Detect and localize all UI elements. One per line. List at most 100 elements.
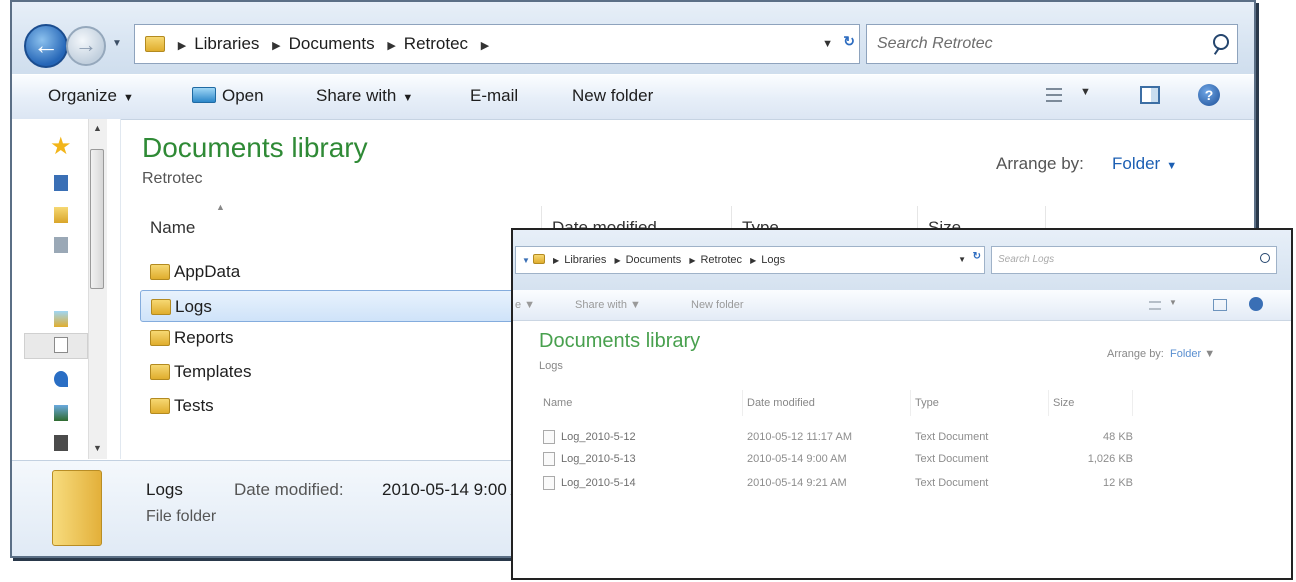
breadcrumb-bar[interactable]: ▼ ▶ Libraries ▶ Documents ▶ Retrotec ▶ Logs … [515, 246, 985, 274]
list-item[interactable]: Log_2010-5-13 2010-05-14 9:00 AM Text Do… [539, 448, 1279, 470]
list-item[interactable]: Log_2010-5-12 2010-05-12 11:17 AM Text D… [539, 426, 1279, 448]
folder-icon [532, 254, 545, 264]
search-input[interactable]: Search Retrotec [877, 25, 993, 63]
breadcrumb-logs[interactable]: Logs [761, 254, 785, 266]
new-folder-button[interactable]: New folder [691, 290, 744, 320]
breadcrumb-bar[interactable]: ▶ Libraries ▶ Documents ▶ Retrotec ▶ ▼ ↻ [134, 24, 860, 64]
downloads-folder-icon[interactable] [54, 207, 68, 223]
address-dropdown-button[interactable]: ▼ [822, 25, 833, 63]
breadcrumb-documents[interactable]: Documents [289, 34, 375, 53]
breadcrumb-separator[interactable]: ▶ [614, 256, 620, 265]
preview-pane-icon[interactable] [1140, 86, 1160, 104]
file-type: Text Document [915, 431, 989, 443]
folder-icon [145, 36, 165, 52]
breadcrumb-separator[interactable]: ▶ [272, 40, 280, 52]
network-icon[interactable] [54, 237, 68, 253]
search-box[interactable]: Search Logs [991, 246, 1277, 274]
new-folder-button[interactable]: New folder [572, 74, 653, 118]
folder-name: Templates [174, 362, 252, 381]
folder-large-icon [52, 470, 102, 546]
details-name: Logs [146, 480, 183, 499]
folder-icon [151, 299, 171, 315]
libraries-icon[interactable] [54, 311, 68, 327]
organize-label: e [515, 299, 522, 311]
search-input[interactable]: Search Logs [998, 247, 1054, 273]
chevron-down-icon: ▼ [1166, 160, 1178, 172]
address-dropdown-button[interactable]: ▼ [958, 247, 966, 273]
preview-pane-icon[interactable] [1213, 299, 1227, 311]
view-dropdown-button[interactable]: ▼ [1169, 298, 1177, 307]
breadcrumb-separator[interactable]: ▶ [387, 40, 395, 52]
folder-name: Tests [174, 396, 214, 415]
scroll-up-icon[interactable]: ▲ [93, 123, 102, 133]
breadcrumb-separator[interactable]: ▶ [553, 256, 559, 265]
view-dropdown-button[interactable]: ▼ [1080, 86, 1091, 98]
scroll-down-icon[interactable]: ▼ [93, 443, 102, 453]
file-type: Text Document [915, 477, 989, 489]
library-title: Documents library [142, 132, 368, 163]
share-with-button[interactable]: Share with ▼ [316, 74, 413, 118]
open-button[interactable]: Open [192, 74, 264, 118]
file-size: 48 KB [1103, 431, 1133, 443]
arrange-by[interactable]: Arrange by: Folder ▼ [1107, 348, 1215, 360]
back-button[interactable]: ← [24, 24, 68, 68]
search-box[interactable]: Search Retrotec [866, 24, 1238, 64]
search-icon[interactable] [1213, 34, 1229, 50]
nav-scrollbar-thumb[interactable] [90, 149, 104, 289]
breadcrumb-retrotec[interactable]: Retrotec [404, 34, 468, 53]
breadcrumb-libraries[interactable]: Libraries [564, 254, 606, 266]
list-item[interactable]: Log_2010-5-14 2010-05-14 9:21 AM Text Do… [539, 472, 1279, 494]
refresh-icon[interactable]: ↻ [843, 33, 855, 50]
forward-button[interactable]: → [66, 26, 106, 66]
breadcrumb-separator[interactable]: ▶ [481, 40, 489, 52]
pictures-icon[interactable] [54, 405, 68, 421]
library-title: Documents library [539, 330, 701, 352]
chevron-down-icon: ▼ [402, 92, 414, 104]
view-options-icon[interactable] [1046, 88, 1062, 102]
organize-button[interactable]: Organize ▼ [48, 74, 134, 118]
help-icon[interactable]: ? [1198, 84, 1220, 106]
details-date-modified-label: Date modified: [234, 480, 344, 499]
library-subtitle: Retrotec [142, 170, 203, 187]
column-header-size[interactable]: Size [1049, 390, 1133, 416]
file-size: 1,026 KB [1087, 453, 1133, 465]
view-options-icon[interactable] [1149, 301, 1161, 310]
breadcrumb-separator[interactable]: ▶ [689, 256, 695, 265]
refresh-icon[interactable]: ↻ [973, 251, 981, 262]
open-icon [192, 87, 216, 103]
breadcrumb: ▼ ▶ Libraries ▶ Documents ▶ Retrotec ▶ Logs [522, 247, 785, 274]
search-icon[interactable] [1260, 253, 1270, 263]
sort-ascending-icon: ▲ [216, 202, 225, 212]
help-icon[interactable] [1249, 297, 1263, 311]
arrange-by-dropdown[interactable]: Folder ▼ [1112, 154, 1177, 174]
recent-pages-dropdown[interactable]: ▼ [522, 256, 530, 265]
folder-icon [150, 330, 170, 346]
desktop-icon[interactable] [54, 175, 68, 191]
column-header-name[interactable]: Name [140, 206, 542, 250]
file-type: Text Document [915, 453, 989, 465]
videos-icon[interactable] [54, 435, 68, 451]
breadcrumb: ▶ Libraries ▶ Documents ▶ Retrotec ▶ [145, 25, 497, 63]
breadcrumb-separator[interactable]: ▶ [750, 256, 756, 265]
column-header-date-modified[interactable]: Date modified [743, 390, 911, 416]
arrange-by-value[interactable]: Folder [1170, 348, 1201, 360]
arrange-by-label: Arrange by: [1107, 348, 1164, 360]
column-header-name[interactable]: Name [539, 390, 743, 416]
file-name: Log_2010-5-14 [561, 477, 636, 489]
share-with-button[interactable]: Share with ▼ [575, 290, 641, 320]
text-document-icon [543, 430, 555, 444]
open-label: Open [222, 86, 264, 105]
email-button[interactable]: E-mail [470, 74, 518, 118]
column-header-type[interactable]: Type [911, 390, 1049, 416]
favorites-star-icon[interactable]: ★ [50, 135, 72, 159]
breadcrumb-retrotec[interactable]: Retrotec [700, 254, 742, 266]
folder-name: AppData [174, 262, 241, 281]
documents-icon [54, 337, 68, 353]
breadcrumb-libraries[interactable]: Libraries [194, 34, 259, 53]
organize-button[interactable]: e ▼ [515, 290, 535, 320]
recent-pages-dropdown[interactable]: ▼ [112, 38, 122, 49]
music-icon[interactable] [54, 371, 68, 387]
breadcrumb-separator[interactable]: ▶ [178, 40, 186, 52]
arrange-by-label: Arrange by: [996, 154, 1084, 173]
breadcrumb-documents[interactable]: Documents [626, 254, 682, 266]
